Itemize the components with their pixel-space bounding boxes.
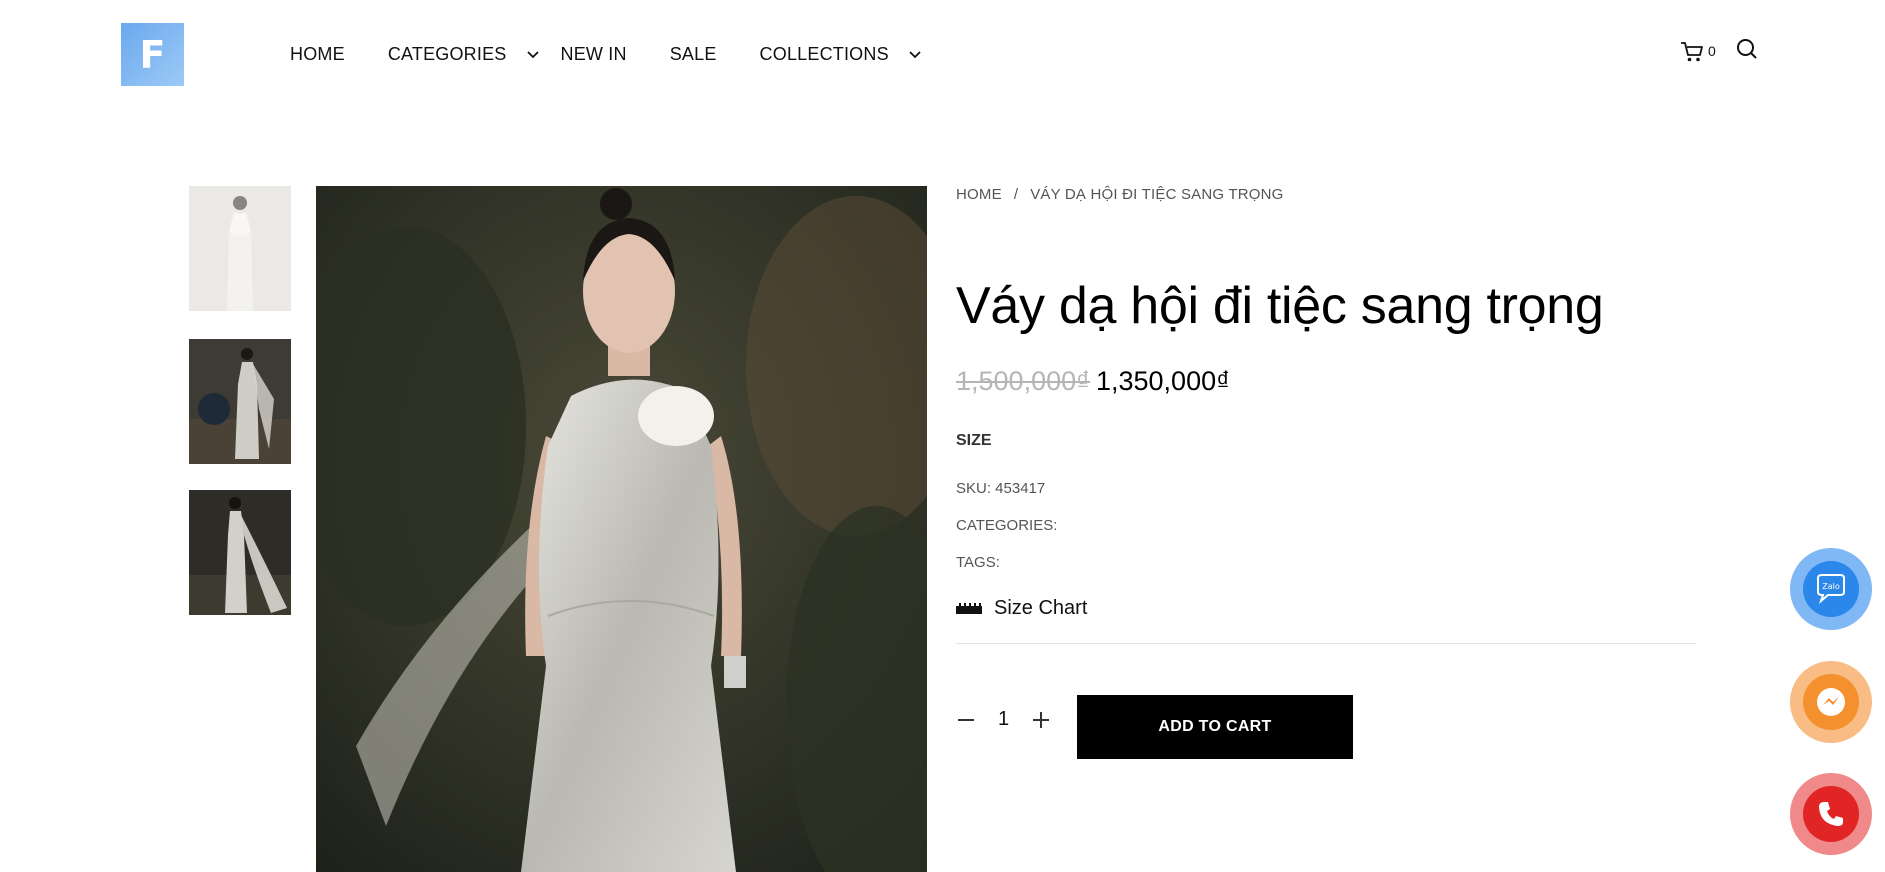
product-info: HOME / VÁY DẠ HỘI ĐI TIỆC SANG TRỌNG Váy… (956, 186, 1696, 759)
minus-icon (958, 718, 974, 721)
cart-icon (1681, 41, 1703, 61)
nav-new-in[interactable]: NEW IN (561, 44, 627, 65)
header-actions: 0 (1680, 38, 1758, 65)
phone-icon (1803, 786, 1859, 842)
size-label: SIZE (956, 432, 992, 449)
product-thumbnail-image (189, 339, 291, 464)
messenger-icon (1803, 674, 1859, 730)
breadcrumb-current: VÁY DẠ HỘI ĐI TIỆC SANG TRỌNG (1030, 186, 1284, 203)
chevron-down-icon (526, 50, 539, 58)
product-price: 1,500,000₫ 1,350,000₫ (956, 366, 1230, 397)
nav-categories[interactable]: CATEGORIES (388, 44, 539, 65)
phone-button[interactable] (1790, 773, 1872, 855)
increase-quantity-button[interactable] (1031, 710, 1051, 730)
price-sale: 1,350,000₫ (1095, 366, 1230, 396)
main-nav: HOME CATEGORIES NEW IN SALE COLLECTIONS (290, 44, 921, 65)
product-thumbnail-2[interactable] (189, 339, 291, 464)
product-thumbnail-1[interactable] (189, 186, 291, 311)
nav-sale[interactable]: SALE (670, 44, 717, 65)
breadcrumb: HOME / VÁY DẠ HỘI ĐI TIỆC SANG TRỌNG (956, 186, 1696, 203)
divider (956, 643, 1696, 644)
cart-count: 0 (1708, 42, 1716, 59)
plus-icon (1033, 711, 1049, 728)
nav-home[interactable]: HOME (290, 44, 345, 65)
product-categories: CATEGORIES: (956, 517, 1058, 534)
breadcrumb-separator: / (1013, 186, 1019, 203)
price-original: 1,500,000₫ (956, 366, 1090, 396)
product-thumbnail-3[interactable] (189, 490, 291, 615)
search-button[interactable] (1736, 38, 1758, 65)
product-main-image[interactable] (316, 186, 927, 872)
zalo-icon: Zalo (1803, 561, 1859, 617)
nav-new-in-label: NEW IN (560, 44, 627, 64)
nav-home-label: HOME (290, 44, 345, 64)
store-logo-icon: F (139, 32, 166, 77)
product-tags: TAGS: (956, 554, 1000, 571)
nav-collections[interactable]: COLLECTIONS (760, 44, 921, 65)
store-logo[interactable]: F (121, 23, 184, 86)
size-chart-label: Size Chart (994, 597, 1088, 619)
nav-categories-label: CATEGORIES (387, 44, 507, 64)
size-chart-link[interactable]: Size Chart (956, 597, 1087, 620)
ruler-icon (956, 602, 982, 614)
messenger-button[interactable] (1790, 661, 1872, 743)
quantity-stepper: 1 (956, 708, 1051, 731)
product-sku: SKU: 453417 (956, 480, 1046, 497)
add-to-cart-button[interactable]: ADD TO CART (1077, 695, 1353, 759)
chevron-down-icon (909, 50, 921, 58)
site-header: F HOME CATEGORIES NEW IN SALE COLLECTION… (0, 0, 1885, 110)
search-icon (1736, 39, 1757, 59)
decrease-quantity-button[interactable] (956, 710, 976, 730)
breadcrumb-home[interactable]: HOME (956, 186, 1002, 203)
zalo-button[interactable]: Zalo (1790, 548, 1872, 630)
zalo-label: Zalo (1822, 582, 1840, 591)
product-photo (316, 186, 927, 872)
nav-sale-label: SALE (669, 44, 717, 64)
nav-collections-label: COLLECTIONS (759, 44, 889, 64)
quantity-input[interactable]: 1 (976, 708, 1031, 731)
product-thumbnail-image (189, 186, 291, 311)
product-title: Váy dạ hội đi tiệc sang trọng (956, 277, 1604, 335)
cart-button[interactable]: 0 (1680, 41, 1716, 63)
product-thumbnail-image (189, 490, 291, 615)
